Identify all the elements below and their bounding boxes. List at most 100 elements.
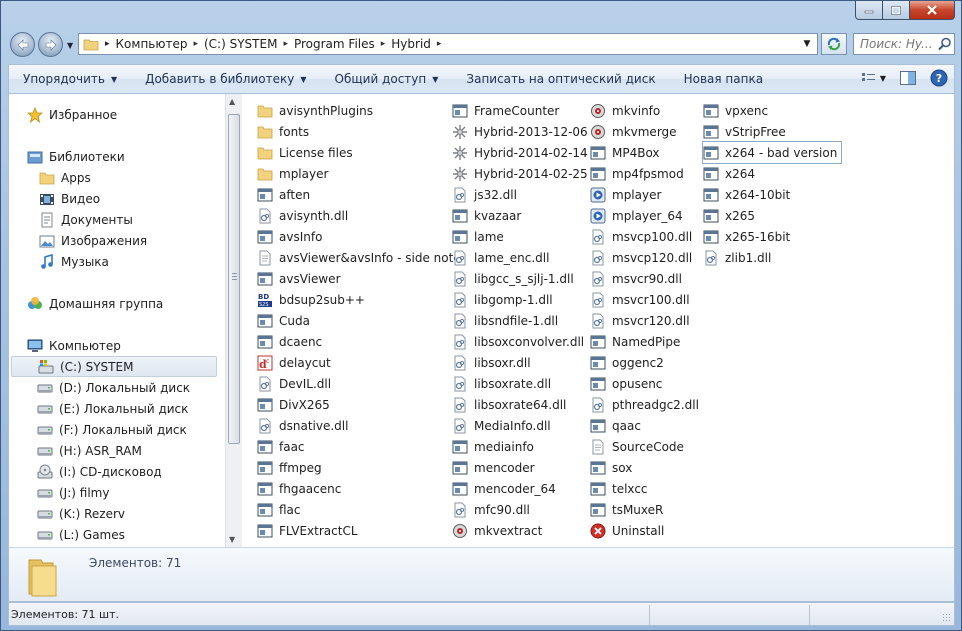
file-item[interactable]: mkvmerge: [590, 121, 677, 142]
nav-drive[interactable]: (D:) Локальный диск: [37, 377, 190, 398]
file-item[interactable]: avisynth.dll: [257, 205, 348, 226]
file-item[interactable]: NamedPipe: [590, 331, 680, 352]
file-item[interactable]: msvcp100.dll: [590, 226, 692, 247]
file-item[interactable]: mplayer: [590, 184, 661, 205]
file-item[interactable]: x265-16bit: [703, 226, 790, 247]
nav-drive[interactable]: (L:) Games: [37, 524, 125, 545]
new-folder-button[interactable]: Новая папка: [670, 72, 777, 86]
file-item[interactable]: d c delaycut: [257, 352, 331, 373]
file-item[interactable]: Hybrid-2013-12-06: [452, 121, 588, 142]
chevron-right-icon[interactable]: ▸: [381, 39, 386, 49]
nav-libraries[interactable]: Библиотеки: [27, 146, 125, 167]
file-item[interactable]: mplayer: [257, 163, 328, 184]
file-item[interactable]: faac: [257, 436, 305, 457]
file-item[interactable]: avsViewer: [257, 268, 341, 289]
file-item[interactable]: oggenc2: [590, 352, 664, 373]
nav-drive[interactable]: (F:) Локальный диск: [37, 419, 187, 440]
add-to-library-button[interactable]: Добавить в библиотеку ▼: [131, 72, 320, 86]
scrollbar-thumb[interactable]: [228, 114, 240, 444]
breadcrumb-system[interactable]: (C:) SYSTEM ▸: [204, 37, 294, 51]
nav-drive[interactable]: (K:) Rezerv: [37, 503, 125, 524]
file-item[interactable]: libsoxconvolver.dll: [452, 331, 584, 352]
file-item[interactable]: aften: [257, 184, 310, 205]
file-item[interactable]: mfc90.dll: [452, 499, 530, 520]
nav-library-music[interactable]: Музыка: [39, 251, 109, 272]
file-item[interactable]: FrameCounter: [452, 100, 559, 121]
file-item[interactable]: avsViewer&avsInfo - side note: [257, 247, 461, 268]
back-button[interactable]: [10, 32, 35, 57]
file-item[interactable]: x264-10bit: [703, 184, 790, 205]
change-view-button[interactable]: ▼: [861, 71, 886, 85]
file-item[interactable]: mkvextract: [452, 520, 542, 541]
file-item[interactable]: mkvinfo: [590, 100, 660, 121]
file-item[interactable]: dcaenc: [257, 331, 322, 352]
chevron-right-icon[interactable]: ▸: [283, 39, 288, 49]
file-item[interactable]: x264: [703, 163, 755, 184]
file-item[interactable]: MP4Box: [590, 142, 660, 163]
file-item[interactable]: msvcr120.dll: [590, 310, 690, 331]
file-item[interactable]: libsoxr.dll: [452, 352, 531, 373]
file-item[interactable]: SourceCode: [590, 436, 684, 457]
help-button[interactable]: ?: [930, 69, 948, 87]
nav-drive[interactable]: (I:) CD-дисковод: [37, 461, 162, 482]
file-item[interactable]: Uninstall: [590, 520, 664, 541]
search-icon[interactable]: [938, 37, 952, 51]
file-item[interactable]: lame: [452, 226, 504, 247]
file-item[interactable]: dsnative.dll: [257, 415, 348, 436]
breadcrumb-hybrid[interactable]: Hybrid ▸: [391, 37, 447, 51]
file-item[interactable]: fonts: [257, 121, 309, 142]
file-item[interactable]: DevIL.dll: [257, 373, 331, 394]
file-item[interactable]: libgomp-1.dll: [452, 289, 553, 310]
file-item[interactable]: flac: [257, 499, 301, 520]
organize-button[interactable]: Упорядочить ▼: [9, 72, 131, 86]
minimize-button[interactable]: [855, 1, 883, 20]
forward-button[interactable]: [38, 32, 63, 57]
file-item[interactable]: Hybrid-2014-02-25: [452, 163, 588, 184]
resize-grip[interactable]: [942, 613, 952, 623]
file-item[interactable]: libgcc_s_sjlj-1.dll: [452, 268, 574, 289]
chevron-right-icon[interactable]: ▸: [193, 39, 198, 49]
search-box[interactable]: [853, 33, 955, 55]
file-item[interactable]: qaac: [590, 415, 641, 436]
file-item[interactable]: fhgaacenc: [257, 478, 341, 499]
nav-homegroup[interactable]: Домашняя группа: [27, 293, 163, 314]
file-item[interactable]: BD S2S bdsup2sub++: [257, 289, 365, 310]
file-item[interactable]: lame_enc.dll: [452, 247, 549, 268]
file-item[interactable]: msvcr90.dll: [590, 268, 682, 289]
scroll-up-arrow[interactable]: ▲: [229, 97, 235, 106]
file-item[interactable]: opusenc: [590, 373, 662, 394]
file-item[interactable]: zlib1.dll: [703, 247, 771, 268]
nav-favorites[interactable]: Избранное: [27, 104, 117, 125]
preview-pane-button[interactable]: [900, 71, 916, 85]
maximize-button[interactable]: [883, 1, 910, 20]
nav-drive[interactable]: (J:) filmy: [37, 482, 109, 503]
file-item[interactable]: License files: [257, 142, 353, 163]
file-item[interactable]: js32.dll: [452, 184, 517, 205]
file-item[interactable]: avsInfo: [257, 226, 322, 247]
nav-library-documents[interactable]: Документы: [39, 209, 133, 230]
file-item[interactable]: mencoder_64: [452, 478, 556, 499]
file-item[interactable]: mp4fpsmod: [590, 163, 684, 184]
nav-library-apps[interactable]: Apps: [39, 167, 91, 188]
recent-pages-dropdown[interactable]: ▼: [67, 41, 73, 50]
search-input[interactable]: [860, 37, 936, 51]
file-item[interactable]: msvcr100.dll: [590, 289, 690, 310]
nav-drive[interactable]: (E:) Локальный диск: [37, 398, 188, 419]
file-item[interactable]: sox: [590, 457, 632, 478]
file-item[interactable]: libsoxrate.dll: [452, 373, 551, 394]
file-item[interactable]: kvazaar: [452, 205, 521, 226]
address-bar[interactable]: ▸ Компьютер ▸ (C:) SYSTEM ▸ Program Files ▸…: [78, 33, 818, 55]
file-item[interactable]: x264 - bad version: [701, 141, 843, 164]
file-item[interactable]: tsMuxeR: [590, 499, 663, 520]
file-item[interactable]: avisynthPlugins: [257, 100, 373, 121]
file-item[interactable]: Hybrid-2014-02-14: [452, 142, 588, 163]
nav-library-pictures[interactable]: Изображения: [39, 230, 147, 251]
file-item[interactable]: Cuda: [257, 310, 310, 331]
nav-library-video[interactable]: Видео: [39, 188, 100, 209]
share-button[interactable]: Общий доступ ▼: [321, 72, 453, 86]
file-item[interactable]: telxcc: [590, 478, 648, 499]
file-item[interactable]: mplayer_64: [590, 205, 683, 226]
breadcrumb-program-files[interactable]: Program Files ▸: [294, 37, 391, 51]
breadcrumb-computer[interactable]: Компьютер ▸: [116, 37, 204, 51]
file-item[interactable]: vStripFree: [703, 121, 786, 142]
